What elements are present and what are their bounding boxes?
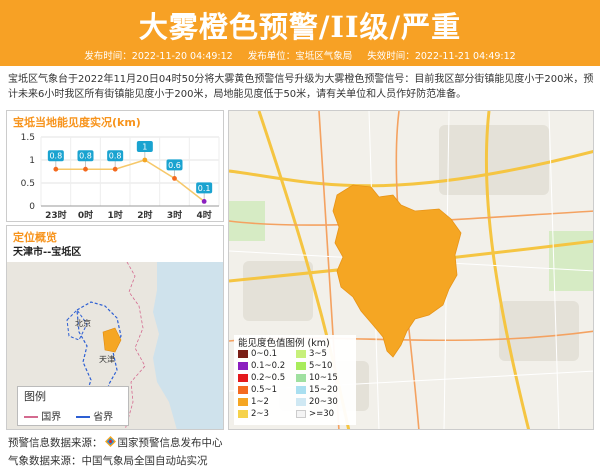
- legend-swatch-11: >=30: [296, 409, 334, 419]
- legend-swatch-5: 10~15: [296, 373, 338, 383]
- x-tick-label: 2时: [137, 209, 152, 221]
- location-legend-title: 图例: [24, 390, 46, 403]
- warning-title: 大雾橙色预警/II级/严重: [138, 10, 462, 44]
- legend-province-border: 省界: [76, 412, 114, 423]
- legend-swatch-1: 3~5: [296, 349, 327, 359]
- map-label-tianjin: 天津: [99, 354, 115, 364]
- x-tick-label: 0时: [78, 209, 93, 221]
- visibility-chart-panel: 0 0.5 1 1.5 0.8 23时 0.8 0时 0.8 1时 1 2时 0.6 3时 0.1 4时 宝坻…: [6, 110, 224, 222]
- x-tick-label: 1时: [108, 209, 123, 221]
- map-label-beijing: 北京: [75, 318, 91, 328]
- legend-swatch-8: 1~2: [238, 397, 269, 407]
- location-overview-subtitle: 天津市--宝坻区: [13, 247, 82, 258]
- x-tick-label: 4时: [197, 209, 212, 221]
- publisher: 发布单位：宝坻区气象局: [247, 51, 353, 62]
- legend-swatch-9: 20~30: [296, 397, 338, 407]
- visibility-color-legend: 能见度色值图例 (km) 0~0.1 3~5 0.1~0.2 5~10 0.2~…: [234, 335, 356, 425]
- data-point: [112, 166, 118, 172]
- data-label: 0.8: [49, 152, 62, 161]
- legend-swatch-4: 0.2~0.5: [238, 373, 285, 383]
- warning-source-line: 预警信息数据来源： 国家预警信息发布中心: [8, 436, 223, 449]
- x-tick-label: 23时: [45, 209, 67, 221]
- y-tick-label: 1.5: [21, 133, 35, 143]
- legend-swatch-6: 0.5~1: [238, 385, 277, 395]
- y-tick-label: 0: [29, 202, 35, 212]
- y-tick-label: 1: [29, 156, 35, 166]
- visibility-chart-title: 宝坻当地能见度实况(km): [13, 116, 141, 129]
- legend-swatch-10: 2~3: [238, 409, 269, 419]
- data-label: 0.8: [79, 152, 92, 161]
- legend-swatch-3: 5~10: [296, 361, 332, 371]
- warning-meta: 发布时间：2022-11-20 04:49:12 发布单位：宝坻区气象局 失效时…: [0, 48, 600, 64]
- data-label: 1: [142, 143, 147, 152]
- warning-header: 大雾橙色预警/II级/严重 发布时间：2022-11-20 04:49:12 发…: [0, 0, 600, 66]
- legend-swatch-7: 15~20: [296, 385, 338, 395]
- expire-time: 失效时间：2022-11-21 04:49:12: [367, 51, 516, 62]
- warning-source-link[interactable]: 国家预警信息发布中心: [118, 437, 223, 449]
- legend-swatch-0: 0~0.1: [238, 349, 277, 359]
- data-label: 0.1: [198, 184, 211, 193]
- y-tick-label: 0.5: [21, 179, 35, 189]
- legend-swatch-2: 0.1~0.2: [238, 361, 285, 371]
- data-label: 0.6: [168, 161, 181, 170]
- weather-source-line: 气象数据来源：中国气象局全国自动站实况: [8, 455, 208, 467]
- data-point: [201, 199, 207, 204]
- legend-national-border: 国界: [24, 412, 62, 423]
- main-map-panel: 能见度色值图例 (km) 0~0.1 3~5 0.1~0.2 5~10 0.2~…: [228, 110, 594, 430]
- publish-time: 发布时间：2022-11-20 04:49:12: [84, 51, 233, 62]
- location-legend: 图例 国界 省界: [17, 386, 129, 426]
- data-point: [53, 166, 59, 172]
- data-point: [172, 176, 177, 181]
- data-source-footer: 预警信息数据来源： 国家预警信息发布中心 气象数据来源：中国气象局全国自动站实况: [8, 434, 594, 470]
- data-point: [142, 157, 148, 163]
- warning-center-logo-icon: [104, 436, 116, 447]
- visibility-legend-title: 能见度色值图例 (km): [238, 338, 330, 349]
- data-label: 0.8: [109, 152, 122, 161]
- location-overview-header: 定位概览 天津市--宝坻区: [7, 226, 223, 262]
- data-point: [83, 166, 88, 172]
- location-overview-panel: 北京 天津 定位概览 天津市--宝坻区 图例 国界 省界: [6, 225, 224, 430]
- x-tick-label: 3时: [167, 209, 182, 221]
- warning-description: 宝坻区气象台于2022年11月20日04时50分将大雾黄色预警信号升级为大雾橙色…: [8, 74, 594, 100]
